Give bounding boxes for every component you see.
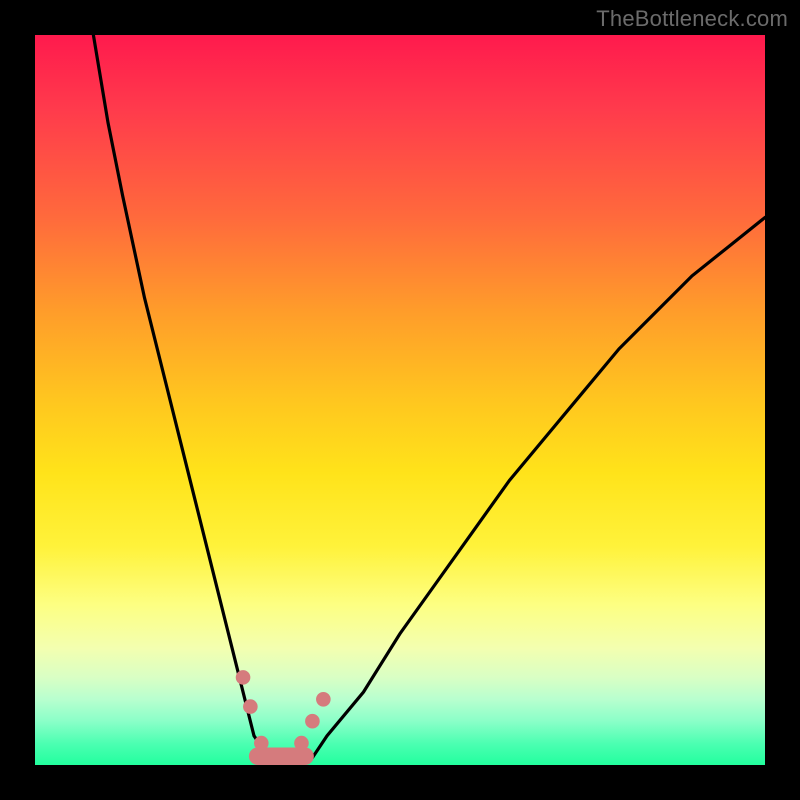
marker-p2 bbox=[243, 699, 258, 714]
watermark-text: TheBottleneck.com bbox=[596, 6, 788, 32]
bottleneck-curve bbox=[93, 35, 765, 765]
markers-group bbox=[236, 670, 331, 750]
curve-layer bbox=[35, 35, 765, 765]
chart-container: TheBottleneck.com bbox=[0, 0, 800, 800]
plot-area bbox=[35, 35, 765, 765]
marker-p6 bbox=[316, 692, 331, 707]
marker-p1 bbox=[236, 670, 251, 685]
marker-p5 bbox=[305, 714, 320, 729]
